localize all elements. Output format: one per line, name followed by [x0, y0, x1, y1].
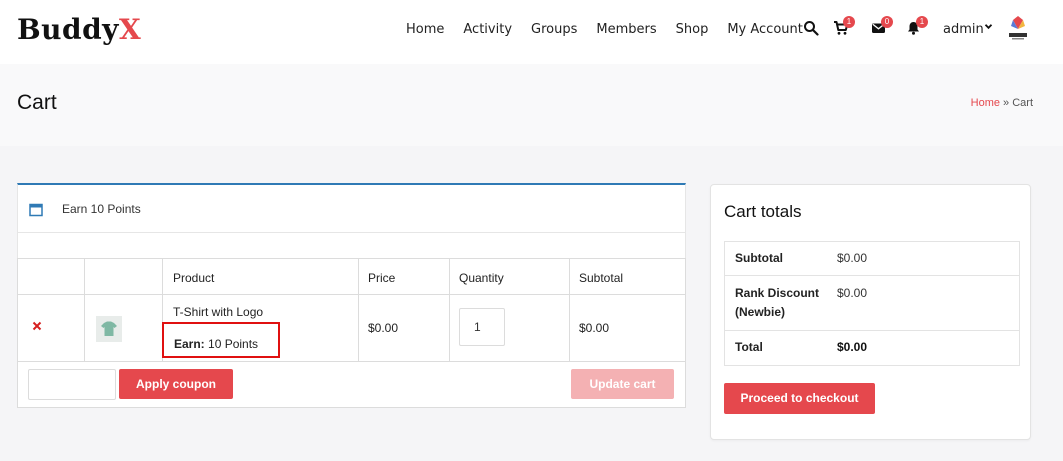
search-icon[interactable]	[803, 20, 821, 38]
subtotal-value: $0.00	[837, 251, 868, 265]
column-divider	[84, 259, 85, 361]
cart-totals-table: Subtotal $0.00 Rank Discount (Newbie) $0…	[724, 241, 1020, 366]
logo-text-buddy: Buddy	[17, 13, 119, 46]
breadcrumb-separator: »	[999, 97, 1013, 109]
logo-text-x: X	[118, 13, 142, 46]
row-divider	[725, 275, 1019, 276]
quantity-input[interactable]: 1	[459, 308, 505, 346]
nav-item-my-account[interactable]: My Account	[727, 22, 803, 37]
page-title: Cart	[17, 91, 57, 114]
page-title-bar	[0, 64, 1063, 146]
earn-value: 10 Points	[204, 337, 259, 351]
nav-item-shop[interactable]: Shop	[676, 22, 709, 37]
product-subtotal: $0.00	[579, 321, 610, 335]
column-divider	[569, 259, 570, 361]
notifications-bell-icon[interactable]: 1	[906, 16, 928, 38]
site-logo[interactable]: BuddyX	[17, 13, 141, 46]
apply-coupon-button[interactable]: Apply coupon	[119, 369, 233, 399]
proceed-to-checkout-button[interactable]: Proceed to checkout	[724, 383, 875, 414]
product-name-link[interactable]: T-Shirt with Logo	[173, 305, 263, 319]
product-price: $0.00	[368, 321, 399, 335]
update-cart-button[interactable]: Update cart	[571, 369, 674, 399]
column-divider	[358, 259, 359, 361]
column-header-price: Price	[368, 271, 396, 285]
earn-label: Earn:	[174, 337, 205, 351]
total-value: $0.00	[837, 340, 868, 354]
coupon-code-input[interactable]	[28, 369, 116, 400]
nav-item-members[interactable]: Members	[596, 22, 656, 37]
rank-discount-label: Rank Discount (Newbie)	[735, 286, 820, 319]
cart-icon[interactable]: 1	[833, 16, 855, 38]
cart-totals-card: Cart totals Subtotal $0.00 Rank Discount…	[710, 184, 1031, 440]
breadcrumb-home-link[interactable]: Home	[971, 97, 1000, 109]
messages-count-badge: 0	[881, 16, 893, 28]
breadcrumb: Home » Cart	[971, 97, 1033, 109]
cart-totals-title: Cart totals	[724, 202, 802, 221]
total-label: Total	[735, 340, 763, 354]
cart-form-spacer	[17, 233, 686, 258]
messages-icon[interactable]: 0	[871, 16, 893, 38]
notifications-count-badge: 1	[916, 16, 928, 28]
breadcrumb-current: Cart	[1012, 97, 1033, 109]
nav-item-home[interactable]: Home	[406, 22, 444, 37]
nav-item-groups[interactable]: Groups	[531, 22, 577, 37]
column-header-quantity: Quantity	[459, 271, 504, 285]
main-nav: Home Activity Groups Members Shop My Acc…	[406, 22, 822, 37]
cart-count-badge: 1	[843, 16, 855, 28]
row-divider	[725, 330, 1019, 331]
chevron-down-icon[interactable]	[984, 22, 993, 34]
header-row-divider	[18, 294, 685, 295]
notice-text: Earn 10 Points	[62, 202, 141, 216]
site-header: BuddyX Home Activity Groups Members Shop…	[0, 0, 1063, 64]
cart-table: Product Price Quantity Subtotal T-Shirt …	[17, 258, 686, 408]
user-menu-name[interactable]: admin	[943, 22, 984, 37]
item-row-divider	[18, 361, 685, 362]
remove-item-icon[interactable]	[32, 319, 42, 334]
column-header-subtotal: Subtotal	[579, 271, 624, 285]
column-divider	[449, 259, 450, 361]
points-notice: Earn 10 Points	[17, 183, 686, 233]
subtotal-label: Subtotal	[735, 251, 783, 265]
product-thumbnail[interactable]	[96, 316, 122, 342]
user-avatar[interactable]	[1005, 14, 1031, 42]
column-header-product: Product	[173, 271, 215, 285]
nav-item-activity[interactable]: Activity	[463, 22, 512, 37]
rank-discount-value: $0.00	[837, 286, 868, 300]
calendar-icon	[29, 202, 43, 217]
earn-points-text: Earn: 10 Points	[174, 337, 258, 351]
